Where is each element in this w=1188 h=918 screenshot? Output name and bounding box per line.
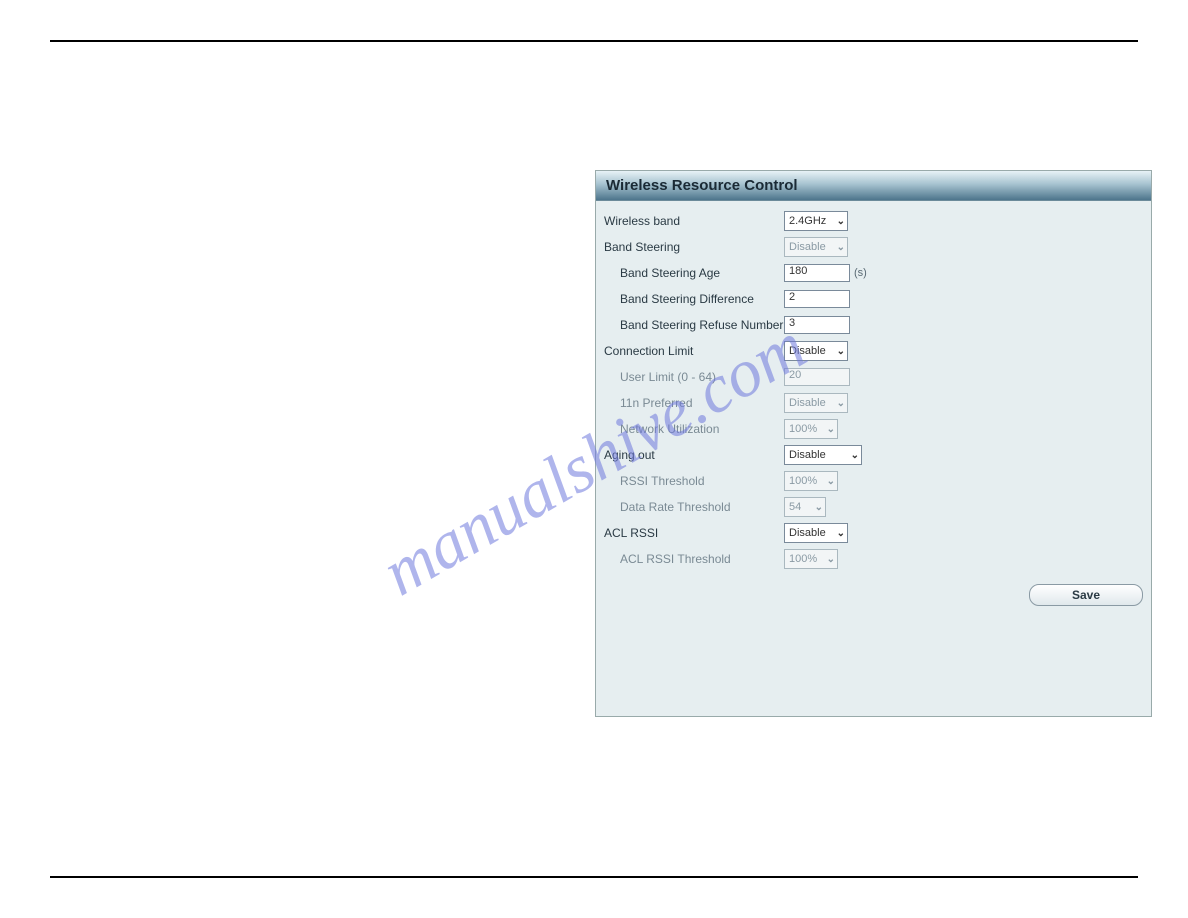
select-acl-rssi-threshold[interactable]: 100% ⌄ [784, 549, 838, 569]
row-aging-out: Aging out Disable ⌄ [604, 445, 1141, 465]
select-value: Disable [789, 527, 826, 539]
select-11n-preferred[interactable]: Disable ⌄ [784, 393, 848, 413]
row-network-util: Network Utilization 100% ⌄ [604, 419, 1141, 439]
label-band-steering-refuse: Band Steering Refuse Number [604, 318, 784, 332]
select-connection-limit[interactable]: Disable ⌄ [784, 341, 848, 361]
wireless-resource-control-panel: Wireless Resource Control Wireless band … [595, 170, 1152, 717]
select-value: 100% [789, 423, 817, 435]
label-band-steering: Band Steering [604, 240, 784, 254]
chevron-down-icon: ⌄ [833, 398, 845, 409]
row-acl-rssi-threshold: ACL RSSI Threshold 100% ⌄ [604, 549, 1141, 569]
label-network-util: Network Utilization [604, 422, 784, 436]
select-aging-out[interactable]: Disable ⌄ [784, 445, 862, 465]
label-acl-rssi-threshold: ACL RSSI Threshold [604, 552, 784, 566]
select-value: 100% [789, 475, 817, 487]
chevron-down-icon: ⌄ [811, 502, 823, 513]
label-band-steering-diff: Band Steering Difference [604, 292, 784, 306]
panel-body: Wireless band 2.4GHz ⌄ Band Steering Dis… [596, 201, 1151, 585]
input-band-steering-age[interactable]: 180 [784, 264, 850, 282]
input-user-limit[interactable]: 20 [784, 368, 850, 386]
chevron-down-icon: ⌄ [847, 450, 859, 461]
chevron-down-icon: ⌄ [823, 554, 835, 565]
select-value: Disable [789, 449, 826, 461]
row-rssi-threshold: RSSI Threshold 100% ⌄ [604, 471, 1141, 491]
label-band-steering-age: Band Steering Age [604, 266, 784, 280]
chevron-down-icon: ⌄ [833, 216, 845, 227]
row-data-rate-threshold: Data Rate Threshold 54 ⌄ [604, 497, 1141, 517]
select-data-rate-threshold[interactable]: 54 ⌄ [784, 497, 826, 517]
select-value: 54 [789, 501, 801, 513]
label-user-limit: User Limit (0 - 64) [604, 370, 784, 384]
panel-title: Wireless Resource Control [596, 171, 1151, 201]
label-wireless-band: Wireless band [604, 214, 784, 228]
select-band-steering[interactable]: Disable ⌄ [784, 237, 848, 257]
select-rssi-threshold[interactable]: 100% ⌄ [784, 471, 838, 491]
label-11n-preferred: 11n Preferred [604, 396, 784, 410]
select-wireless-band[interactable]: 2.4GHz ⌄ [784, 211, 848, 231]
label-acl-rssi: ACL RSSI [604, 526, 784, 540]
label-connection-limit: Connection Limit [604, 344, 784, 358]
page-top-rule [50, 40, 1138, 42]
chevron-down-icon: ⌄ [833, 528, 845, 539]
label-aging-out: Aging out [604, 448, 784, 462]
row-11n-preferred: 11n Preferred Disable ⌄ [604, 393, 1141, 413]
chevron-down-icon: ⌄ [823, 476, 835, 487]
row-wireless-band: Wireless band 2.4GHz ⌄ [604, 211, 1141, 231]
input-band-steering-refuse[interactable]: 3 [784, 316, 850, 334]
unit-seconds: (s) [854, 267, 867, 279]
label-data-rate-threshold: Data Rate Threshold [604, 500, 784, 514]
select-value: 2.4GHz [789, 215, 826, 227]
chevron-down-icon: ⌄ [833, 346, 845, 357]
input-band-steering-diff[interactable]: 2 [784, 290, 850, 308]
save-button[interactable]: Save [1029, 584, 1143, 606]
select-value: Disable [789, 241, 826, 253]
select-value: 100% [789, 553, 817, 565]
label-rssi-threshold: RSSI Threshold [604, 474, 784, 488]
row-connection-limit: Connection Limit Disable ⌄ [604, 341, 1141, 361]
chevron-down-icon: ⌄ [833, 242, 845, 253]
row-band-steering-refuse: Band Steering Refuse Number 3 [604, 315, 1141, 335]
row-band-steering-age: Band Steering Age 180 (s) [604, 263, 1141, 283]
select-value: Disable [789, 397, 826, 409]
select-network-util[interactable]: 100% ⌄ [784, 419, 838, 439]
row-acl-rssi: ACL RSSI Disable ⌄ [604, 523, 1141, 543]
row-band-steering: Band Steering Disable ⌄ [604, 237, 1141, 257]
select-acl-rssi[interactable]: Disable ⌄ [784, 523, 848, 543]
chevron-down-icon: ⌄ [823, 424, 835, 435]
row-user-limit: User Limit (0 - 64) 20 [604, 367, 1141, 387]
row-band-steering-diff: Band Steering Difference 2 [604, 289, 1141, 309]
select-value: Disable [789, 345, 826, 357]
page-bottom-rule [50, 876, 1138, 878]
